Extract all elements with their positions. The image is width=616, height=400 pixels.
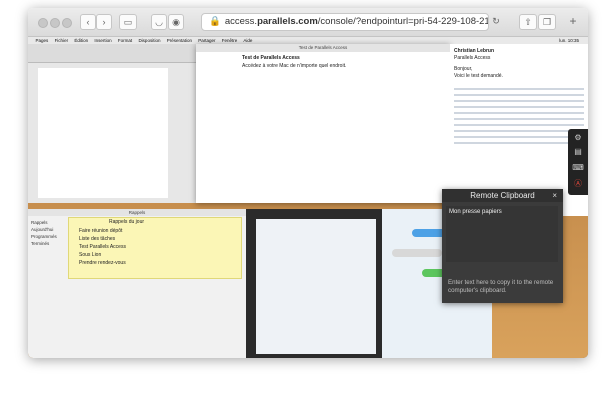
lock-icon: 🔒	[209, 16, 221, 27]
browser-toolbar: ‹ › ▭ ◡ ◉ 🔒 access.parallels.com/console/…	[28, 8, 588, 37]
list-item[interactable]: Test Parallels Access	[79, 244, 126, 250]
clipboard-hint: Enter text here to copy it to the remote…	[448, 279, 554, 294]
sidebar-icon[interactable]: ▭	[119, 14, 137, 30]
browser-window: ‹ › ▭ ◡ ◉ 🔒 access.parallels.com/console/…	[28, 8, 588, 358]
clipboard-icon[interactable]: Ⓐ	[572, 179, 584, 189]
settings-icon[interactable]: ⚙	[572, 133, 584, 143]
reminders-window[interactable]: Rappels Rappels Aujourd'hui Programmés T…	[28, 209, 246, 358]
document-heading: Test de Parallels Access	[242, 55, 300, 61]
list-item[interactable]: Sous Lion	[79, 252, 101, 258]
window-icon[interactable]: ▤	[572, 147, 584, 157]
sidebar-item-rappels[interactable]: Rappels	[31, 219, 65, 226]
tabs-icon[interactable]: ❐	[538, 14, 556, 30]
sidebar-item-today[interactable]: Aujourd'hui	[31, 226, 65, 233]
remote-clipboard-panel: Remote Clipboard × Mon presse papiers En…	[442, 189, 563, 303]
menubar-clock: lun. 10:35	[559, 38, 579, 43]
list-item[interactable]: Liste des tâches	[79, 236, 115, 242]
new-tab-button[interactable]: +	[566, 14, 580, 28]
parallels-toolbar: ⚙ ▤ ⌨ Ⓐ	[568, 129, 588, 195]
clipboard-title: Remote Clipboard	[442, 189, 563, 202]
clipboard-text-input[interactable]: Mon presse papiers	[446, 206, 558, 262]
list-item[interactable]: Prendre rendez-vous	[79, 260, 126, 266]
refresh-icon[interactable]: ↻	[491, 14, 501, 28]
twitter-window[interactable]	[246, 209, 382, 358]
reader-icon[interactable]: ◉	[168, 14, 184, 30]
address-bar[interactable]: 🔒 access.parallels.com/console/?endpointu…	[201, 13, 489, 31]
text-document-window[interactable]: Test de Parallels Access Test de Paralle…	[196, 44, 450, 203]
mac-menubar: Pages Fichier Édition Insertion Format D…	[28, 37, 588, 44]
sidebar-item-scheduled[interactable]: Programmés	[31, 233, 65, 240]
zoom-window-button[interactable]	[62, 18, 72, 28]
share-icon[interactable]: ⇧	[519, 14, 537, 30]
keyboard-icon[interactable]: ⌨	[572, 163, 584, 173]
pages-window[interactable]	[28, 44, 198, 203]
close-icon[interactable]: ×	[552, 189, 557, 202]
document-body: Accédez à votre Mac de n'importe quel en…	[242, 63, 347, 69]
sidebar-item-done[interactable]: Terminés	[31, 240, 65, 247]
close-window-button[interactable]	[38, 18, 48, 28]
minimize-window-button[interactable]	[50, 18, 60, 28]
forward-icon[interactable]: ›	[96, 14, 112, 30]
list-item[interactable]: Faire réunion dépôt	[79, 228, 122, 234]
back-icon[interactable]: ‹	[80, 14, 96, 30]
document-window-title: Test de Parallels Access	[196, 44, 450, 52]
pocket-icon[interactable]: ◡	[151, 14, 167, 30]
